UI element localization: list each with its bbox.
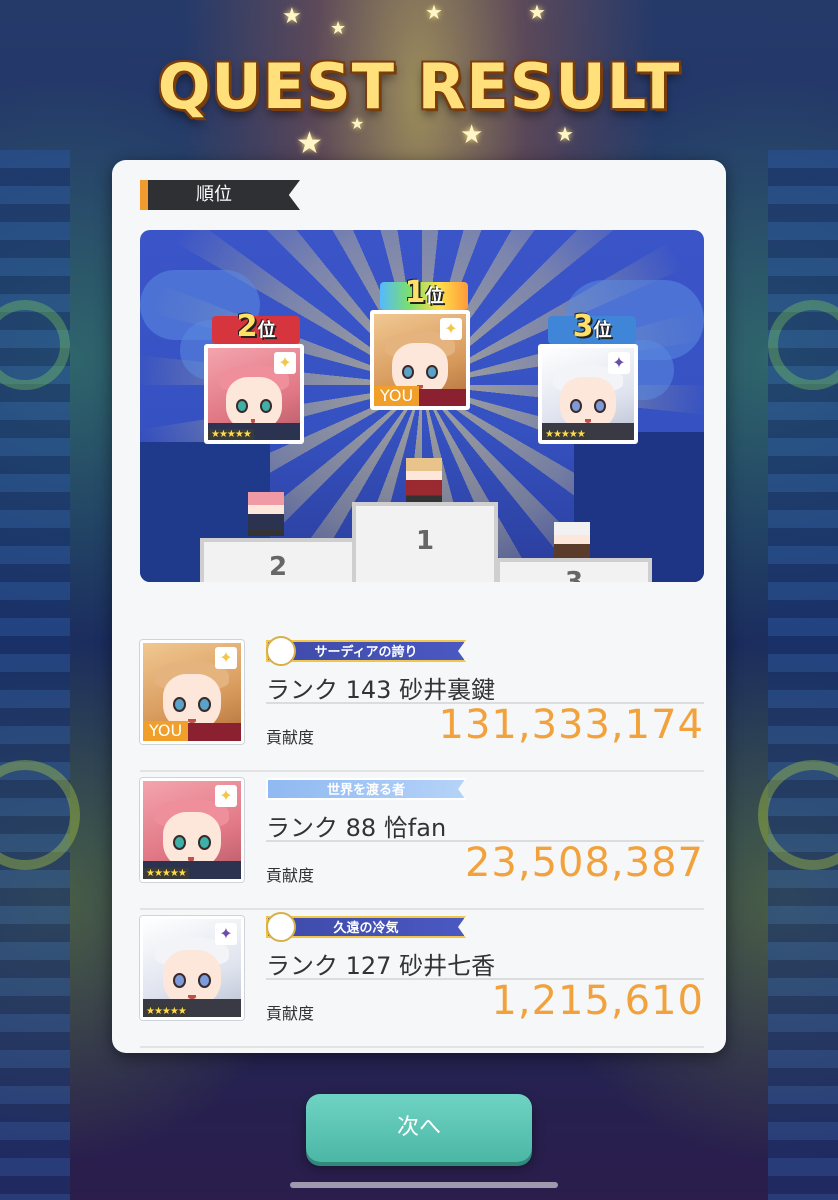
second-place-portrait: ✦ ★★★★★ (204, 344, 304, 444)
sparkle-icon: ✦ (215, 923, 237, 945)
player-sprite (406, 458, 442, 502)
title-badge: 世界を渡る者 (266, 778, 466, 800)
home-indicator[interactable] (290, 1182, 558, 1188)
result-portrait: ✦ YOU (140, 640, 244, 744)
result-panel: 順位 1位 ✦ YOU 2位 ✦ ★★★★★ 3位 ✦ ★★★★★ 1 2 3 … (112, 160, 726, 1053)
podium-step-3: 3 (496, 558, 652, 582)
contribution-value: 131,333,174 (438, 702, 704, 748)
result-row: ✦ ★★★★★ 世界を渡る者 ランク 88 恰fan 貢献度 23,508,38… (140, 772, 704, 910)
result-portrait: ✦ ★★★★★ (140, 916, 244, 1020)
result-row: ✦ YOU サーディアの誇り ランク 143 砂井裏鍵 貢献度 131,333,… (140, 634, 704, 772)
result-row: ✦ ★★★★★ 久遠の冷気 ランク 127 砂井七香 貢献度 1,215,610 (140, 910, 704, 1048)
star-icon: ★ (460, 120, 484, 150)
star-icon: ★ (556, 122, 574, 146)
rank-ribbon-2: 2位 (212, 312, 300, 344)
podium-step-1: 1 (352, 502, 498, 582)
player-sprite (248, 492, 284, 536)
rarity-stars: ★★★★★ (143, 1006, 189, 1017)
contribution-label: 貢献度 (266, 728, 315, 747)
title-badge: サーディアの誇り (266, 640, 466, 662)
rank-ribbon-1: 1位 (380, 278, 468, 310)
rank-ribbon-3: 3位 (548, 312, 636, 344)
podium-scene: 1位 ✦ YOU 2位 ✦ ★★★★★ 3位 ✦ ★★★★★ 1 2 3 (140, 230, 704, 582)
page-title: QUEST RESULT (157, 50, 681, 123)
contribution-value: 23,508,387 (464, 840, 704, 886)
row-separator (140, 1046, 704, 1048)
rarity-stars: ★★★★★ (208, 429, 254, 440)
star-icon: ★ (330, 18, 347, 39)
star-icon: ★ (282, 4, 302, 29)
contribution-label: 貢献度 (266, 1004, 315, 1023)
rank-and-name: ランク 88 恰fan (266, 814, 447, 842)
next-button[interactable]: 次へ (306, 1094, 532, 1162)
contribution-value: 1,215,610 (491, 978, 704, 1024)
podium-step-2: 2 (200, 538, 356, 582)
result-portrait: ✦ ★★★★★ (140, 778, 244, 882)
rank-and-name: ランク 143 砂井裏鍵 (266, 676, 496, 704)
rank-and-name: ランク 127 砂井七香 (266, 952, 496, 980)
sparkle-icon: ✦ (274, 352, 296, 374)
section-label: 順位 (140, 180, 300, 210)
first-place-portrait: ✦ YOU (370, 310, 470, 410)
sparkle-icon: ✦ (608, 352, 630, 374)
rarity-stars: ★★★★★ (542, 429, 588, 440)
title-badge-icon (266, 912, 296, 942)
rarity-stars: ★★★★★ (143, 868, 189, 879)
star-icon: ★ (528, 0, 546, 24)
sparkle-icon: ✦ (215, 785, 237, 807)
sparkle-icon: ✦ (215, 647, 237, 669)
contribution-label: 貢献度 (266, 866, 315, 885)
you-tag: YOU (374, 386, 420, 406)
star-icon: ★ (296, 126, 323, 161)
you-tag: YOU (143, 721, 189, 741)
title-badge: 久遠の冷気 (266, 916, 466, 938)
star-icon: ★ (425, 0, 443, 24)
sparkle-icon: ✦ (440, 318, 462, 340)
title-badge-icon (266, 636, 296, 666)
third-place-portrait: ✦ ★★★★★ (538, 344, 638, 444)
